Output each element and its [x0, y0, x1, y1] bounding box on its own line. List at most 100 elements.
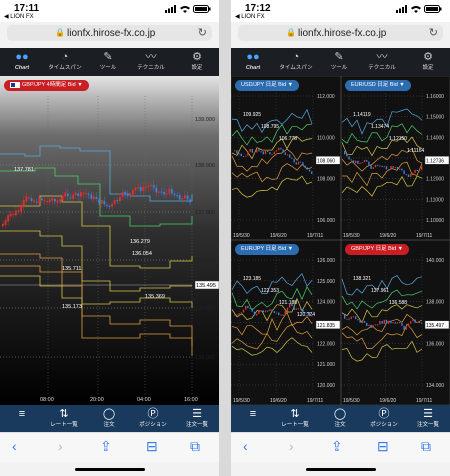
bookmarks-icon[interactable]: ⊟ — [146, 438, 158, 455]
back-icon[interactable]: ‹ — [12, 438, 17, 454]
time-tick-label: 04:00 — [137, 397, 151, 403]
tabs-icon[interactable]: ⧉ — [421, 438, 431, 455]
settings-button[interactable]: ⚙ 設定 — [408, 50, 448, 74]
symbol-selector[interactable]: GBP/JPY 4時間足 Bid ▼ — [4, 80, 89, 91]
price-annotation: 135.173 — [62, 304, 82, 310]
technical-button[interactable]: 〰テクニカル — [362, 50, 402, 74]
price-tick-label: 1.14000 — [426, 135, 444, 141]
menu-icon: ≡ — [18, 408, 26, 420]
candle — [390, 320, 392, 324]
candle — [33, 200, 35, 203]
candle — [392, 165, 394, 168]
candle — [346, 154, 348, 157]
settings-button[interactable]: ⚙ 設定 — [177, 50, 217, 74]
back-to-app-link[interactable]: ◀ LION FX — [235, 13, 265, 20]
tabs-icon[interactable]: ⧉ — [190, 438, 200, 455]
address-bar[interactable]: 🔒 lionfx.hirose-fx.co.jp ↻ — [7, 25, 212, 41]
technical-icon: 〰 — [376, 51, 388, 63]
candle — [300, 308, 302, 310]
panel-3-selector[interactable]: EUR/JPY 日足 Bid ▼ — [235, 244, 300, 255]
tool-button[interactable]: ✎ ツール — [88, 50, 128, 74]
date-tick-label: 19/7/11 — [416, 398, 433, 404]
candle — [59, 199, 61, 202]
address-bar[interactable]: 🔒 lionfx.hirose-fx.co.jp ↻ — [238, 25, 443, 41]
candle — [421, 166, 423, 170]
channel-line — [341, 340, 423, 362]
price-annotation: 1.12150 — [389, 136, 407, 142]
four-panel-chart[interactable]: 112.000 110.000 108.000 106.000 19/5/30 19/6/… — [231, 76, 450, 405]
candle — [251, 308, 253, 312]
candle — [247, 305, 249, 309]
candle — [418, 169, 421, 172]
tool-button[interactable]: ✎ ツール — [319, 50, 359, 74]
channel-line — [341, 323, 423, 349]
candle — [168, 188, 171, 194]
forward-icon[interactable]: › — [289, 438, 294, 454]
candle — [178, 195, 181, 200]
candle — [377, 324, 379, 326]
reload-icon[interactable]: ↻ — [429, 26, 438, 39]
candle — [269, 152, 271, 155]
back-to-app-link[interactable]: ◀ LION FX — [4, 13, 34, 20]
chart-area[interactable]: 139.000 138.000 137.000 136.000 135.000 134.0… — [0, 76, 219, 405]
technical-button[interactable]: 〰テクニカル — [131, 50, 171, 74]
candle — [87, 193, 90, 195]
candle — [15, 210, 17, 216]
nav-rates[interactable]: ⇅ レート一覧 — [275, 408, 315, 429]
date-tick-label: 19/7/11 — [307, 233, 324, 239]
nav-menu[interactable]: ≡ — [233, 408, 273, 421]
candle — [407, 174, 410, 177]
candle — [352, 316, 355, 318]
chart-mode-button[interactable]: ●● Chart — [2, 50, 42, 74]
candle — [72, 194, 74, 199]
nav-order-list[interactable]: ☰ 注文一覧 — [408, 408, 448, 429]
candle — [262, 151, 264, 155]
candle — [7, 215, 9, 222]
candle — [103, 200, 106, 205]
share-icon[interactable]: ⇪ — [100, 438, 112, 455]
candle — [286, 307, 289, 312]
nav-order[interactable]: ◯ 注文 — [320, 408, 360, 429]
candle — [238, 313, 240, 316]
price-annotation: 120.774 — [297, 312, 315, 318]
candle — [95, 196, 98, 199]
reload-icon[interactable]: ↻ — [198, 26, 207, 39]
forward-icon[interactable]: › — [58, 438, 63, 454]
time-tick-label: 08:00 — [40, 397, 54, 403]
chart-icon: ●● — [246, 51, 260, 63]
candle — [61, 195, 64, 201]
bookmarks-icon[interactable]: ⊟ — [377, 438, 389, 455]
price-tick-label: 1.15000 — [426, 115, 444, 121]
candle — [407, 323, 410, 327]
candle — [377, 164, 379, 166]
share-icon[interactable]: ⇪ — [331, 438, 343, 455]
nav-menu[interactable]: ≡ — [2, 408, 42, 421]
nav-position[interactable]: Ⓟ ポジション — [133, 408, 173, 429]
price-tick-label: 120.000 — [317, 383, 335, 389]
candle — [383, 166, 385, 168]
chart-mode-button[interactable]: ●● Chart — [233, 50, 273, 74]
candle — [412, 319, 414, 322]
candle — [405, 174, 407, 176]
price-tick-label: 135.000 — [195, 306, 215, 312]
nav-order[interactable]: ◯ 注文 — [89, 408, 129, 429]
candle — [293, 158, 295, 163]
timespan-button[interactable]: ◔ タイムスパン — [276, 50, 316, 74]
candle — [132, 190, 134, 195]
price-annotation: 135.711 — [62, 266, 81, 272]
nav-position[interactable]: Ⓟ ポジション — [364, 408, 404, 429]
channel-line — [341, 304, 423, 324]
panel-1-selector[interactable]: USD/JPY 日足 Bid ▼ — [235, 80, 300, 91]
candle — [363, 320, 366, 323]
panel-2-selector[interactable]: EUR/USD 日足 Bid ▼ — [345, 80, 411, 91]
panel-4-selector[interactable]: GBP/JPY 日足 Bid ▼ — [345, 244, 410, 255]
gbpjpy-4h-chart[interactable]: 139.000 138.000 137.000 136.000 135.000 134.0… — [0, 76, 219, 405]
left-screen: 17:11 ◀ LION FX 🔒 lionfx.hirose-fx.co.jp… — [0, 0, 219, 476]
nav-order-list[interactable]: ☰ 注文一覧 — [177, 408, 217, 429]
timespan-button[interactable]: ◔ タイムスパン — [45, 50, 85, 74]
nav-rates[interactable]: ⇅ レート一覧 — [44, 408, 84, 429]
back-icon[interactable]: ‹ — [243, 438, 248, 454]
multi-chart-area[interactable]: 112.000 110.000 108.000 106.000 19/5/30 19/6/… — [231, 76, 450, 405]
safari-toolbar: ‹ › ⇪ ⊟ ⧉ — [0, 432, 219, 462]
candle — [253, 152, 256, 154]
